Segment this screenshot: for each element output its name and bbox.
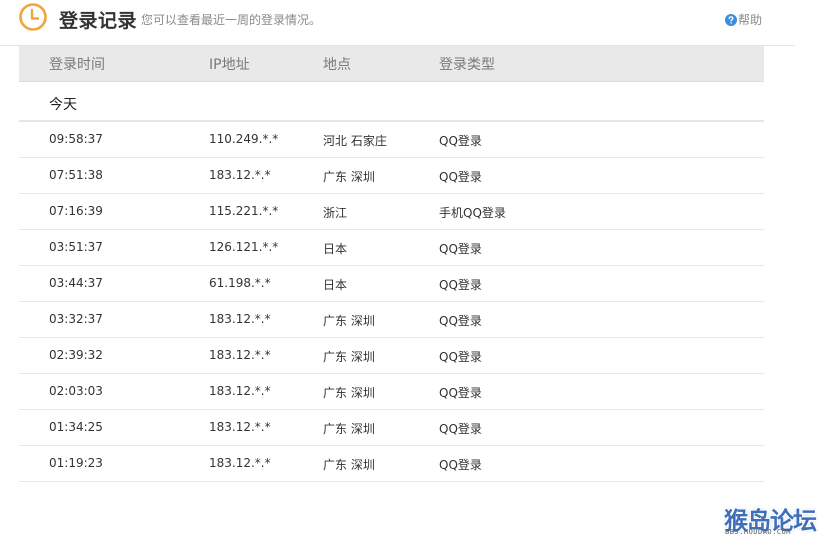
page-title: 登录记录 [59, 10, 138, 32]
cell-ip: 110.249.*.* [209, 132, 279, 146]
table-row: 03:32:37 183.12.*.* 广东 深圳 QQ登录 [19, 302, 764, 338]
table-row: 02:03:03 183.12.*.* 广东 深圳 QQ登录 [19, 374, 764, 410]
cell-location: 广东 深圳 [323, 422, 375, 436]
login-records-page: 登录记录 您可以查看最近一周的登录情况。 帮助 登录时间 IP地址 地点 登录类… [0, 0, 820, 541]
date-group-label: 今天 [19, 82, 764, 122]
cell-location: 河北 石家庄 [323, 134, 387, 148]
table-row: 07:51:38 183.12.*.* 广东 深圳 QQ登录 [19, 158, 764, 194]
column-header-type: 登录类型 [439, 57, 495, 73]
cell-time: 03:32:37 [49, 312, 103, 326]
cell-location: 广东 深圳 [323, 170, 375, 184]
table-row: 01:34:25 183.12.*.* 广东 深圳 QQ登录 [19, 410, 764, 446]
table-row: 09:58:37 110.249.*.* 河北 石家庄 QQ登录 [19, 122, 764, 158]
page-subtitle: 您可以查看最近一周的登录情况。 [141, 13, 322, 27]
site-watermark: 猴岛论坛 BBS.HOUDAO.COM [724, 501, 817, 539]
cell-ip: 126.121.*.* [209, 240, 279, 254]
table-row: 01:19:23 183.12.*.* 广东 深圳 QQ登录 [19, 446, 764, 482]
cell-location: 浙江 [323, 206, 348, 220]
help-label: 帮助 [738, 13, 763, 27]
cell-time: 02:39:32 [49, 348, 103, 362]
table-header: 登录时间 IP地址 地点 登录类型 [19, 46, 764, 82]
cell-login-type: QQ登录 [439, 278, 482, 292]
cell-login-type: QQ登录 [439, 458, 482, 472]
cell-location: 广东 深圳 [323, 350, 375, 364]
cell-location: 广东 深圳 [323, 458, 375, 472]
cell-ip: 183.12.*.* [209, 420, 271, 434]
cell-time: 09:58:37 [49, 132, 103, 146]
cell-ip: 183.12.*.* [209, 348, 271, 362]
cell-time: 03:51:37 [49, 240, 103, 254]
table-row: 03:51:37 126.121.*.* 日本 QQ登录 [19, 230, 764, 266]
column-header-ip: IP地址 [209, 57, 250, 73]
date-group-today: 今天 [49, 97, 77, 113]
question-circle-icon [725, 13, 737, 26]
table-row: 02:39:32 183.12.*.* 广东 深圳 QQ登录 [19, 338, 764, 374]
cell-login-type: QQ登录 [439, 422, 482, 436]
table-body: 09:58:37 110.249.*.* 河北 石家庄 QQ登录 07:51:38 183… [19, 122, 764, 482]
cell-time: 07:51:38 [49, 168, 103, 182]
cell-time: 01:34:25 [49, 420, 103, 434]
column-header-time: 登录时间 [49, 57, 105, 73]
cell-ip: 183.12.*.* [209, 456, 271, 470]
column-header-location: 地点 [323, 57, 351, 73]
cell-location: 日本 [323, 278, 348, 292]
cell-ip: 183.12.*.* [209, 312, 271, 326]
cell-login-type: QQ登录 [439, 386, 482, 400]
table-row: 07:16:39 115.221.*.* 浙江 手机QQ登录 [19, 194, 764, 230]
cell-login-type: QQ登录 [439, 170, 482, 184]
cell-time: 01:19:23 [49, 456, 103, 470]
cell-login-type: QQ登录 [439, 242, 482, 256]
cell-time: 02:03:03 [49, 384, 103, 398]
cell-login-type: QQ登录 [439, 134, 482, 148]
clock-icon [19, 3, 47, 31]
help-link[interactable]: 帮助 [725, 11, 762, 28]
cell-time: 07:16:39 [49, 204, 103, 218]
login-records-table: 登录时间 IP地址 地点 登录类型 今天 09:58:37 110.249.*.*… [19, 46, 764, 482]
table-row: 03:44:37 61.198.*.* 日本 QQ登录 [19, 266, 764, 302]
cell-location: 广东 深圳 [323, 386, 375, 400]
cell-login-type: QQ登录 [439, 350, 482, 364]
cell-ip: 183.12.*.* [209, 168, 271, 182]
cell-login-type: QQ登录 [439, 314, 482, 328]
page-header: 登录记录 您可以查看最近一周的登录情况。 帮助 [0, 0, 795, 46]
watermark-subtext: BBS.HOUDAO.COM [725, 528, 792, 536]
cell-ip: 61.198.*.* [209, 276, 271, 290]
cell-location: 广东 深圳 [323, 314, 375, 328]
cell-ip: 183.12.*.* [209, 384, 271, 398]
cell-login-type: 手机QQ登录 [439, 206, 506, 220]
cell-location: 日本 [323, 242, 348, 256]
cell-time: 03:44:37 [49, 276, 103, 290]
cell-ip: 115.221.*.* [209, 204, 279, 218]
